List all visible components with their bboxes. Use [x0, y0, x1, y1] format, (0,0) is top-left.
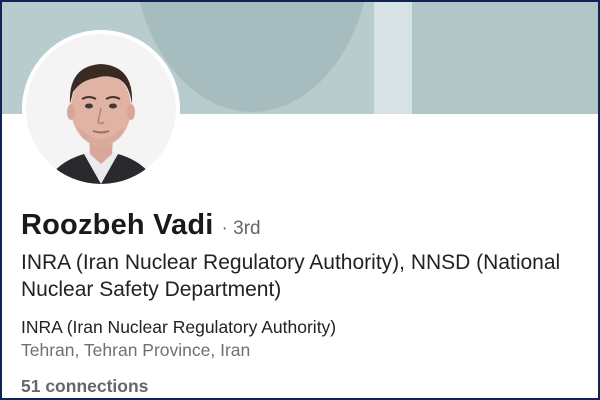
- banner-panel-light: [374, 2, 412, 114]
- profile-location: Tehran, Tehran Province, Iran: [21, 340, 251, 360]
- banner-panel-right: [412, 2, 598, 114]
- current-company[interactable]: INRA (Iran Nuclear Regulatory Authority): [21, 316, 336, 338]
- profile-headline: INRA (Iran Nuclear Regulatory Authority)…: [21, 251, 561, 301]
- profile-photo-icon: [26, 34, 176, 184]
- connection-degree: · 3rd: [221, 218, 261, 239]
- connections-link[interactable]: 51 connections: [21, 375, 148, 397]
- name-row: Roozbeh Vadi · 3rd: [21, 209, 261, 247]
- profile-name[interactable]: Roozbeh Vadi: [21, 209, 214, 242]
- avatar[interactable]: [22, 30, 180, 188]
- profile-card: Roozbeh Vadi · 3rd INRA (Iran Nuclear Re…: [0, 0, 600, 400]
